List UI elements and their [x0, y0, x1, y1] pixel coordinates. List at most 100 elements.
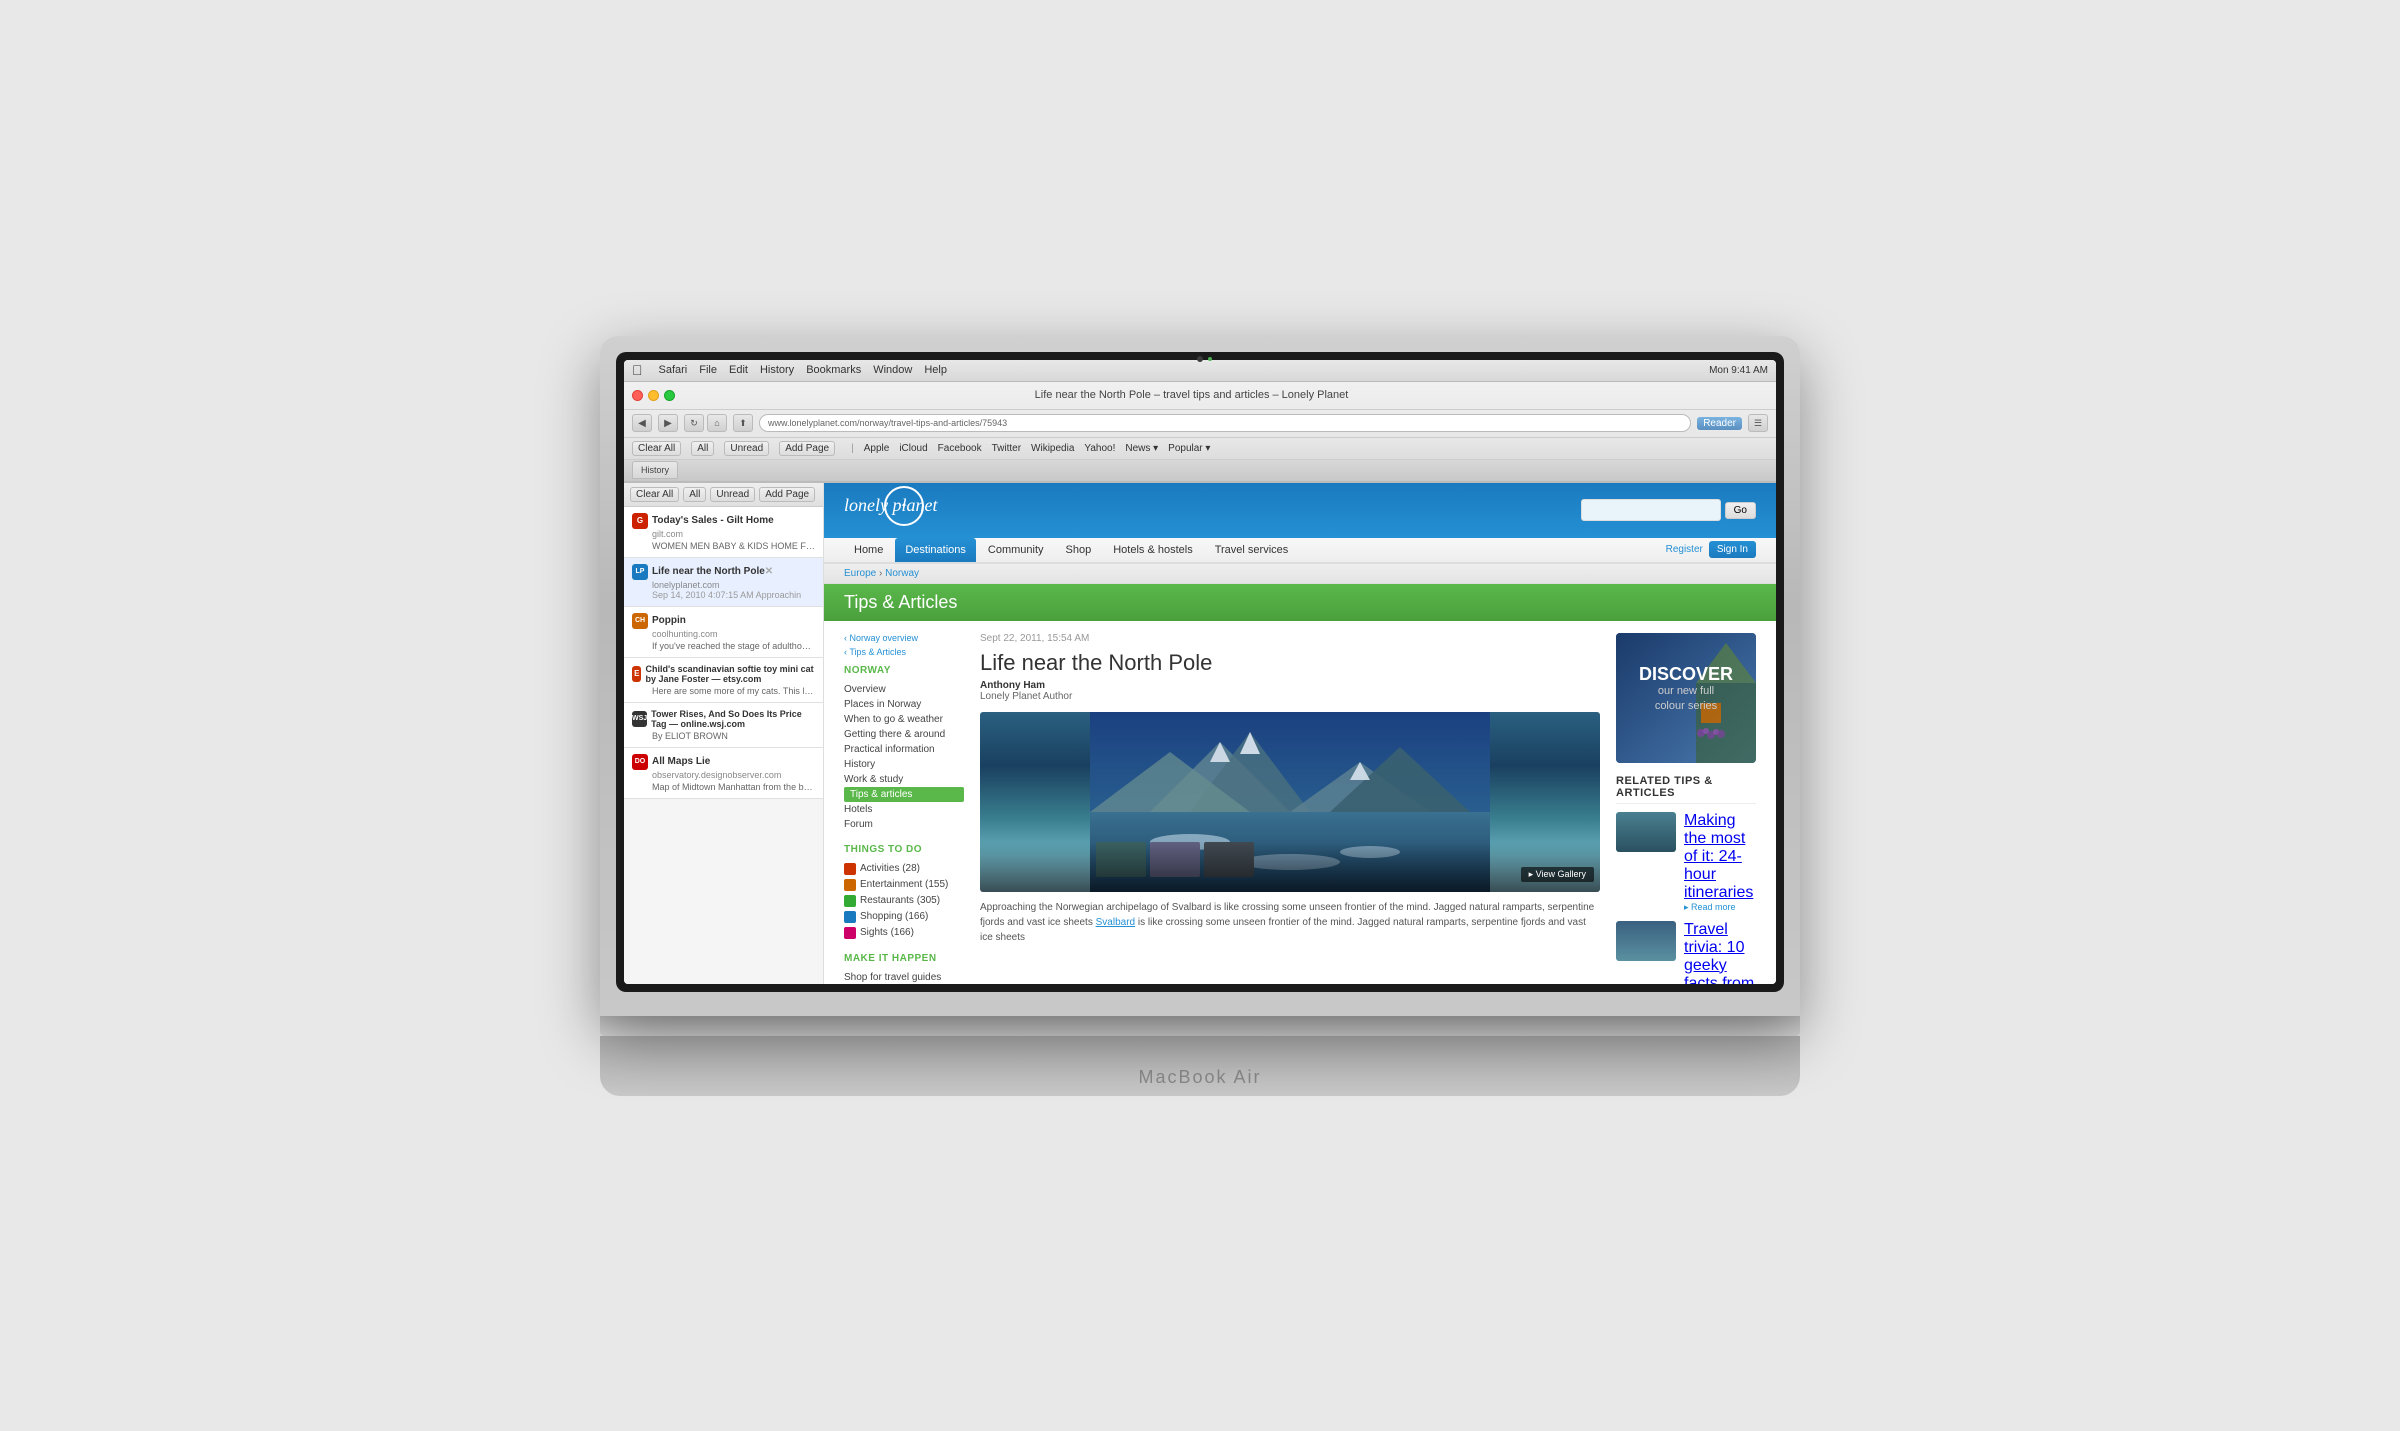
lp-register[interactable]: Register [1666, 544, 1703, 555]
ad-content: DISCOVER our new full colour series [1632, 665, 1740, 713]
feed-item-etsy[interactable]: E Child's scandinavian softie toy mini c… [624, 658, 823, 703]
nav-community[interactable]: Community [978, 538, 1054, 562]
feed-item-wsj[interactable]: WSJ Tower Rises, And So Does Its Price T… [624, 703, 823, 748]
bookmark-icloud[interactable]: iCloud [899, 443, 927, 454]
feed-title-etsy: E Child's scandinavian softie toy mini c… [632, 664, 815, 684]
back-tips-articles[interactable]: ‹ Tips & Articles [844, 647, 964, 657]
article-image[interactable]: ▸ View Gallery [980, 712, 1600, 892]
breadcrumb-norway[interactable]: Norway [885, 568, 919, 579]
feed-close-lp[interactable]: ✕ [765, 566, 773, 577]
lp-logo[interactable]: lonely planet ✦ [844, 495, 937, 526]
related-more-0[interactable]: Read more [1684, 902, 1756, 913]
nav-tips-articles[interactable]: Tips & articles [844, 787, 964, 802]
things-shopping[interactable]: Shopping (166) [844, 909, 964, 925]
nav-shop[interactable]: Shop [1056, 538, 1102, 562]
tab-history[interactable]: History [632, 461, 678, 479]
related-link-0[interactable]: Making the most of it: 24-hour itinerari… [1684, 812, 1753, 901]
nav-travel-services[interactable]: Travel services [1205, 538, 1299, 562]
add-page-btn[interactable]: Add Page [779, 441, 835, 456]
menubar-safari[interactable]: Safari [659, 364, 688, 376]
svalbard-link[interactable]: Svalbard [1096, 917, 1135, 928]
menubar-file[interactable]: File [699, 364, 717, 376]
related-item-0[interactable]: Making the most of it: 24-hour itinerari… [1616, 812, 1756, 913]
share-button[interactable]: ⬆ [733, 414, 753, 432]
lp-search-input[interactable] [1581, 499, 1721, 521]
nav-when-to-go[interactable]: When to go & weather [844, 712, 964, 727]
address-bar[interactable]: www.lonelyplanet.com/norway/travel-tips-… [759, 414, 1691, 432]
nav-places[interactable]: Places in Norway [844, 697, 964, 712]
bookmark-facebook[interactable]: Facebook [938, 443, 982, 454]
nav-destinations[interactable]: Destinations [895, 538, 976, 562]
feed-preview-gilt: WOMEN MEN BABY & KIDS HOME FOOD & WINE C… [652, 541, 815, 551]
bookmark-wikipedia[interactable]: Wikipedia [1031, 443, 1074, 454]
apple-menu[interactable]:  [632, 362, 643, 378]
nav-work-study[interactable]: Work & study [844, 772, 964, 787]
things-entertainment[interactable]: Entertainment (155) [844, 877, 964, 893]
menubar-window[interactable]: Window [873, 364, 912, 376]
reload-button[interactable]: ↻ [684, 414, 704, 432]
sidebar-clear-all[interactable]: Clear All [630, 487, 679, 502]
lp-search: Go [1581, 499, 1756, 521]
sidebar-toggle[interactable]: ☰ [1748, 414, 1768, 432]
feed-title-gilt: G Today's Sales - Gilt Home [632, 513, 815, 529]
things-activities[interactable]: Activities (28) [844, 861, 964, 877]
bookmark-twitter[interactable]: Twitter [992, 443, 1021, 454]
sidebar-all[interactable]: All [683, 487, 706, 502]
back-button[interactable]: ◀ [632, 414, 652, 432]
make-it-shop[interactable]: Shop for travel guides [844, 970, 964, 984]
norway-nav-section: NORWAY Overview Places in Norway When to… [844, 665, 964, 832]
screen:  Safari File Edit History Bookmarks Win… [624, 360, 1776, 984]
lp-signin[interactable]: Sign In [1709, 541, 1756, 558]
reader-button[interactable]: Reader [1697, 417, 1742, 430]
menubar-bookmarks[interactable]: Bookmarks [806, 364, 861, 376]
maximize-button[interactable] [664, 390, 675, 401]
feed-title-lp: LP Life near the North Pole ✕ [632, 564, 815, 580]
tabs-bar: History [624, 460, 1776, 482]
menubar-help[interactable]: Help [924, 364, 947, 376]
activities-icon [844, 863, 856, 875]
lp-main-content: Sept 22, 2011, 15:54 AM Life near the No… [980, 633, 1600, 984]
bookmark-apple[interactable]: Apple [864, 443, 890, 454]
feed-item-gilt[interactable]: G Today's Sales - Gilt Home gilt.com WOM… [624, 507, 823, 558]
macbook-wrapper:  Safari File Edit History Bookmarks Win… [600, 336, 1800, 1096]
feed-item-lonelyplanet[interactable]: LP Life near the North Pole ✕ lonelyplan… [624, 558, 823, 607]
reading-sidebar[interactable]: Clear All All Unread Add Page G Today's … [624, 483, 824, 984]
sidebar-add-page[interactable]: Add Page [759, 487, 815, 502]
feed-item-poppin[interactable]: CH Poppin coolhunting.com If you've reac… [624, 607, 823, 658]
all-btn[interactable]: All [691, 441, 714, 456]
related-link-1[interactable]: Travel trivia: 10 geeky facts from aroun… [1684, 921, 1754, 984]
close-button[interactable] [632, 390, 643, 401]
view-gallery-btn[interactable]: ▸ View Gallery [1521, 867, 1594, 882]
bookmark-yahoo[interactable]: Yahoo! [1084, 443, 1115, 454]
menubar-edit[interactable]: Edit [729, 364, 748, 376]
bookmark-popular[interactable]: Popular ▾ [1168, 443, 1210, 454]
clear-all-btn[interactable]: Clear All [632, 441, 681, 456]
nav-history[interactable]: History [844, 757, 964, 772]
nav-forum[interactable]: Forum [844, 817, 964, 832]
nav-home[interactable]: Home [844, 538, 893, 562]
bookmark-news[interactable]: News ▾ [1125, 443, 1158, 454]
sidebar-unread[interactable]: Unread [710, 487, 755, 502]
nav-hotels[interactable]: Hotels & hostels [1103, 538, 1202, 562]
related-item-1[interactable]: Travel trivia: 10 geeky facts from aroun… [1616, 921, 1756, 984]
things-sights[interactable]: Sights (166) [844, 925, 964, 941]
home-button[interactable]: ⌂ [707, 414, 727, 432]
nav-practical[interactable]: Practical information [844, 742, 964, 757]
feed-item-designobserver[interactable]: DO All Maps Lie observatory.designobserv… [624, 748, 823, 799]
menubar-history[interactable]: History [760, 364, 794, 376]
nav-hotels[interactable]: Hotels [844, 802, 964, 817]
url-text: www.lonelyplanet.com/norway/travel-tips-… [768, 418, 1007, 428]
forward-button[interactable]: ▶ [658, 414, 678, 432]
back-norway-overview[interactable]: ‹ Norway overview [844, 633, 964, 643]
breadcrumb-europe[interactable]: Europe [844, 568, 876, 579]
lp-advertisement[interactable]: lonely planet [1616, 633, 1756, 763]
unread-btn[interactable]: Unread [724, 441, 769, 456]
lp-search-btn[interactable]: Go [1725, 502, 1756, 519]
related-text-1: Travel trivia: 10 geeky facts from aroun… [1684, 921, 1756, 984]
nav-overview[interactable]: Overview [844, 682, 964, 697]
things-restaurants[interactable]: Restaurants (305) [844, 893, 964, 909]
nav-getting-there[interactable]: Getting there & around [844, 727, 964, 742]
screen-bezel:  Safari File Edit History Bookmarks Win… [616, 352, 1784, 992]
minimize-button[interactable] [648, 390, 659, 401]
feed-icon-do: DO [632, 754, 648, 770]
